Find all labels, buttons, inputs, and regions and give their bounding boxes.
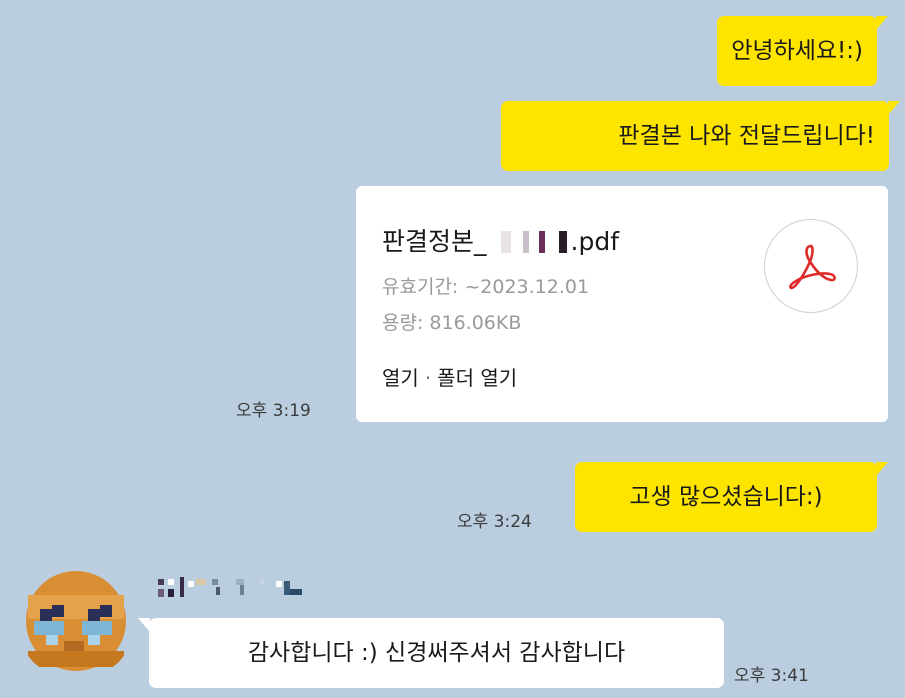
open-folder-link[interactable]: 폴더 열기	[437, 366, 517, 390]
file-expiry: 유효기간: ~2023.12.01	[382, 276, 590, 298]
open-file-link[interactable]: 열기	[382, 366, 419, 390]
file-size: 용량: 816.06KB	[382, 312, 522, 334]
file-name: 판결정본_ .pdf	[382, 222, 619, 258]
file-name-suffix: .pdf	[570, 227, 620, 256]
message-text: 안녕하세요!:)	[731, 38, 863, 64]
message-bubble-thanks[interactable]: 고생 많으셨습니다:)	[575, 462, 888, 532]
file-name-prefix: 판결정본_	[382, 227, 487, 256]
avatar[interactable]	[22, 565, 130, 673]
sender-name-redacted	[156, 573, 316, 603]
message-bubble-delivery[interactable]: 판결본 나와 전달드립니다!	[501, 101, 900, 171]
message-bubble-greeting[interactable]: 안녕하세요!:)	[717, 16, 888, 86]
redacted-name	[486, 231, 571, 253]
pdf-icon[interactable]	[764, 219, 858, 313]
message-bubble-reply[interactable]: 감사합니다 :) 신경써주셔서 감사합니다	[138, 618, 724, 688]
message-time: 오후 3:19	[236, 401, 311, 421]
file-card[interactable]: 판결정본_ .pdf 유효기간: ~2023.12.01 용량: 816.06KB…	[356, 186, 888, 422]
acrobat-logo-icon	[789, 244, 836, 290]
separator: ·	[424, 366, 432, 390]
file-actions: 열기 · 폴더 열기	[382, 362, 517, 391]
message-time: 오후 3:41	[734, 666, 809, 686]
avatar-image	[22, 565, 130, 673]
message-text: 감사합니다 :) 신경써주셔서 감사합니다	[247, 640, 626, 666]
message-text: 고생 많으셨습니다:)	[629, 484, 823, 510]
message-text: 판결본 나와 전달드립니다!	[618, 123, 875, 149]
message-time: 오후 3:24	[457, 512, 532, 532]
